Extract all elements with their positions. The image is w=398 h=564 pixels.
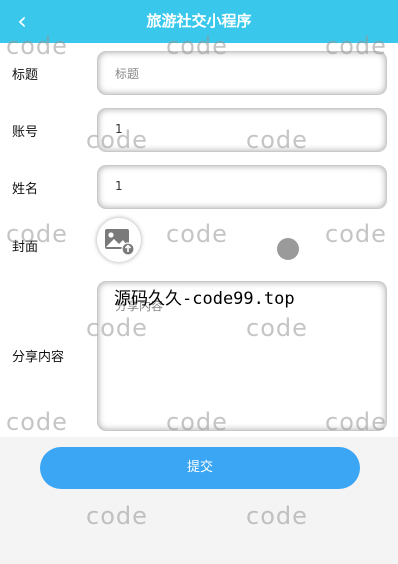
title-placeholder: 标题 xyxy=(115,67,140,81)
watermark: code xyxy=(86,502,148,530)
cover-label: 封面 xyxy=(12,240,39,255)
page-title: 旅游社交小程序 xyxy=(146,12,252,30)
name-input[interactable]: 1 xyxy=(97,165,387,209)
account-label: 账号 xyxy=(12,125,39,140)
name-label: 姓名 xyxy=(12,182,39,197)
name-value: 1 xyxy=(115,179,123,193)
title-input[interactable]: 标题 xyxy=(97,51,387,95)
overlay-watermark-text: 源码久久-code99.top xyxy=(114,289,295,309)
account-value: 1 xyxy=(115,122,123,136)
status-dot xyxy=(277,238,299,260)
image-upload-icon xyxy=(105,229,135,256)
watermark: code xyxy=(246,502,308,530)
cover-upload-button[interactable] xyxy=(97,218,141,262)
submit-button[interactable]: 提交 xyxy=(40,447,360,489)
account-input[interactable]: 1 xyxy=(97,108,387,152)
header-bar: ‹ 旅游社交小程序 xyxy=(0,0,398,43)
title-label: 标题 xyxy=(12,68,39,83)
content-label: 分享内容 xyxy=(12,350,65,365)
